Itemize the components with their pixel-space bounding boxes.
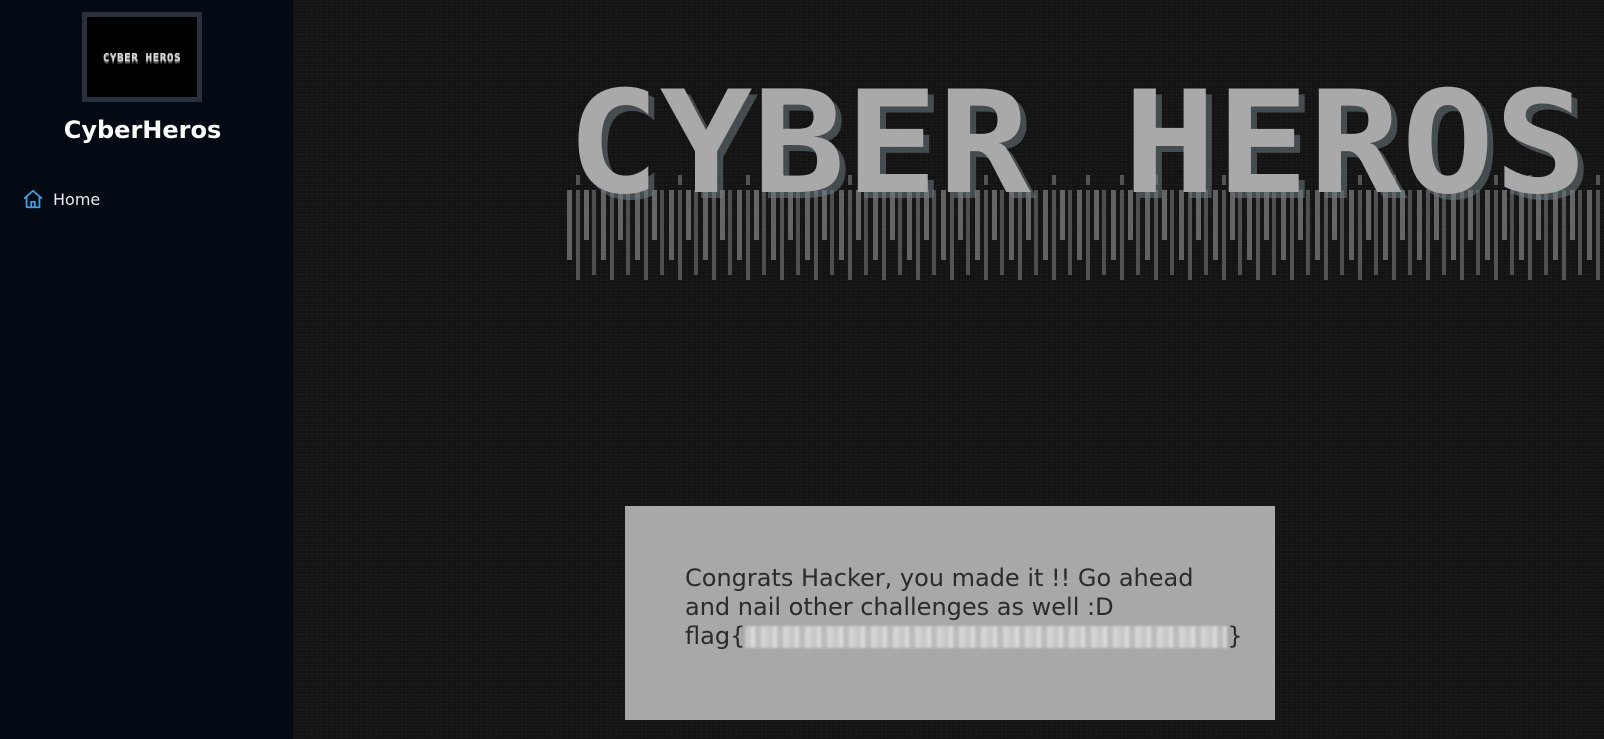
logo-text: CYBER HEROS (102, 50, 182, 64)
main-content: CYBER HEROS CYBER HEROS Congrats Hacker,… (293, 0, 1604, 739)
sidebar-item-home[interactable]: Home (22, 188, 100, 210)
sidebar-item-label: Home (53, 189, 101, 209)
congrats-message: Congrats Hacker, you made it !! Go ahead… (685, 564, 1194, 621)
home-icon (22, 188, 44, 210)
flag-suffix: } (1227, 622, 1243, 650)
sidebar: CYBER HEROS CyberHeros Home (0, 0, 293, 739)
message-panel: Congrats Hacker, you made it !! Go ahead… (625, 506, 1275, 720)
logo: CYBER HEROS (82, 12, 202, 102)
hero-title-banner: CYBER HEROS CYBER HEROS (565, 80, 1604, 290)
flag-redacted (745, 626, 1228, 648)
app-window: CYBER HEROS CyberHeros Home CYBER HEROS … (0, 0, 1604, 739)
flag-prefix: flag{ (685, 622, 746, 650)
flag-line: flag{} (685, 622, 1245, 651)
app-name: CyberHeros (63, 116, 222, 144)
hero-title-text: CYBER HEROS (567, 80, 1587, 226)
